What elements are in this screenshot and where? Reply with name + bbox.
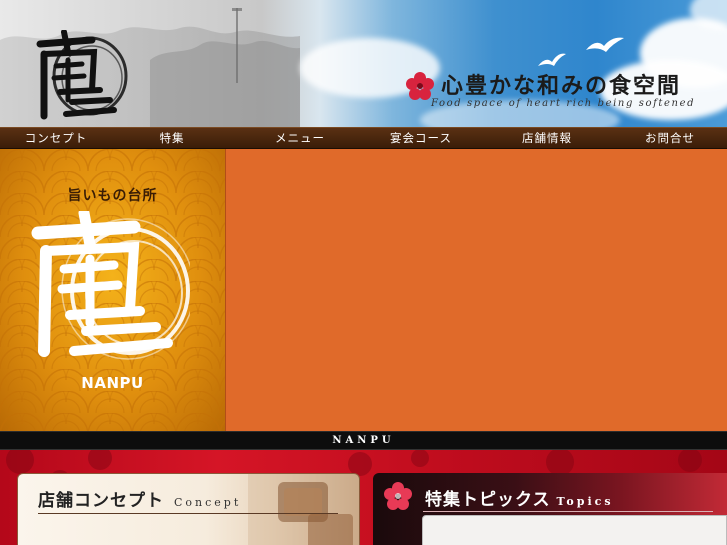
hero-image-area bbox=[225, 149, 727, 431]
nav-item-contact[interactable]: お問合せ bbox=[620, 128, 720, 150]
concept-heading: 店舗コンセプト Concept bbox=[38, 486, 241, 511]
food-photo bbox=[248, 474, 359, 545]
hero-subtitle: 旨いもの台所 bbox=[67, 188, 158, 204]
concept-panel[interactable]: 店舗コンセプト Concept bbox=[17, 473, 360, 545]
main-nav: コンセプト 特集 メニュー 宴会コース 店舗情報 お問合せ bbox=[0, 127, 727, 149]
hibiscus-icon bbox=[406, 72, 434, 100]
site-header: 心豊かな和みの食空間 Food space of heart rich bein… bbox=[0, 0, 727, 127]
hero-logo-panel: 旨いもの台所 NANPU bbox=[0, 149, 225, 431]
concept-title-en: Concept bbox=[174, 496, 242, 509]
concept-underline bbox=[38, 513, 338, 514]
divider-band: NANPU bbox=[0, 431, 727, 450]
nav-item-feature[interactable]: 特集 bbox=[112, 128, 232, 150]
topics-title: 特集トピックス bbox=[425, 490, 551, 510]
nanpu-logo[interactable] bbox=[30, 30, 130, 122]
seagull-icon bbox=[538, 37, 624, 66]
tagline-english: Food space of heart rich being softened bbox=[431, 98, 696, 109]
nav-item-menu[interactable]: メニュー bbox=[232, 128, 368, 150]
nav-item-banquet[interactable]: 宴会コース bbox=[368, 128, 474, 150]
hibiscus-icon bbox=[384, 482, 412, 510]
topics-content-box bbox=[422, 515, 727, 545]
topics-heading: 特集トピックス Topics bbox=[425, 485, 614, 510]
hero-brand-name: NANPU bbox=[81, 374, 144, 392]
topics-panel[interactable]: 特集トピックス Topics bbox=[373, 473, 727, 545]
nav-item-concept[interactable]: コンセプト bbox=[0, 128, 112, 150]
band-label: NANPU bbox=[332, 435, 395, 446]
nav-item-store-info[interactable]: 店舗情報 bbox=[474, 128, 620, 150]
content-section: 店舗コンセプト Concept 特集トピックス Topics bbox=[0, 450, 727, 545]
topics-title-en: Topics bbox=[556, 495, 614, 508]
topics-underline bbox=[423, 511, 713, 512]
nanpu-brush-logo bbox=[31, 211, 190, 360]
hero-section: 旨いもの台所 NANPU bbox=[0, 149, 727, 431]
concept-title: 店舗コンセプト bbox=[38, 491, 164, 511]
